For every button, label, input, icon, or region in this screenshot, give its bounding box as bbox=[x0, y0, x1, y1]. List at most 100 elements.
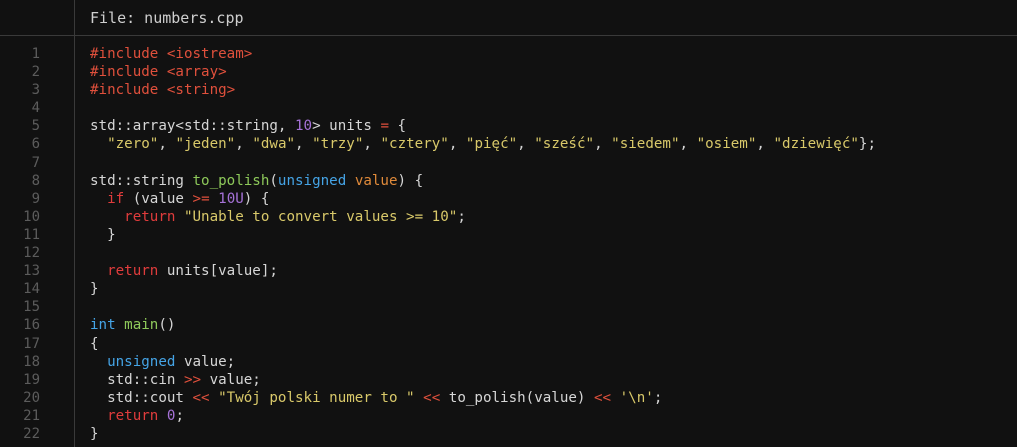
code-token: "cztery" bbox=[380, 136, 449, 153]
code-line[interactable] bbox=[90, 154, 876, 172]
code-area[interactable]: #include <iostream> #include <array> #incl… bbox=[90, 45, 876, 443]
code-token: , bbox=[594, 136, 612, 153]
code-token: << bbox=[594, 389, 612, 406]
code-token: #include bbox=[90, 46, 167, 62]
code-token: , bbox=[295, 136, 313, 153]
code-token: 10U bbox=[218, 190, 244, 207]
code-token: << bbox=[423, 389, 441, 406]
code-token: , bbox=[679, 136, 697, 153]
code-token: } bbox=[90, 226, 116, 243]
line-number: 7 bbox=[31, 154, 40, 171]
file-title: File: numbers.cpp bbox=[90, 9, 244, 27]
code-token: (value bbox=[124, 190, 193, 207]
code-token: "zero" bbox=[107, 136, 159, 153]
code-line[interactable]: return 0; bbox=[90, 407, 876, 425]
line-number: 9 bbox=[31, 190, 40, 207]
code-token: } bbox=[90, 281, 99, 298]
code-line[interactable]: int main() bbox=[90, 316, 876, 334]
code-token: ) { bbox=[397, 172, 424, 189]
line-number: 20 bbox=[23, 389, 40, 406]
code-line[interactable]: std::cin >> value; bbox=[90, 371, 876, 389]
code-token: if bbox=[107, 190, 125, 207]
code-token: { bbox=[90, 335, 99, 352]
code-token: "osiem" bbox=[696, 136, 757, 153]
line-number: 6 bbox=[31, 136, 40, 153]
code-token: <array> bbox=[166, 64, 227, 81]
code-line[interactable]: if (value >= 10U) { bbox=[90, 190, 876, 208]
code-token: >> bbox=[183, 371, 202, 388]
code-token: "Twój polski numer to " bbox=[218, 389, 415, 406]
code-token: to_polish(value) bbox=[440, 389, 594, 406]
code-line[interactable]: std::string to_polish(unsigned value) { bbox=[90, 172, 876, 190]
line-numbers: 1 2 3 4 5 6 7 8 9 10 11 12 13 14 15 16 17 18 19 20 21 22 bbox=[0, 45, 40, 443]
code-line[interactable]: "zero", "jeden", "dwa", "trzy", "cztery"… bbox=[90, 135, 876, 153]
code-token: "dwa" bbox=[252, 136, 296, 153]
code-token: }; bbox=[858, 136, 876, 153]
line-number: 13 bbox=[23, 263, 40, 280]
code-token: std::array<std::string, bbox=[90, 118, 295, 135]
code-token: value; bbox=[201, 371, 261, 388]
line-number: 10 bbox=[23, 208, 40, 225]
code-line[interactable]: std::array<std::string, 10> units = { bbox=[90, 117, 876, 135]
code-token: "dziewięć" bbox=[773, 136, 859, 153]
code-line[interactable] bbox=[90, 298, 876, 316]
code-token: > units bbox=[312, 118, 381, 135]
code-token: ; bbox=[653, 389, 663, 406]
code-line[interactable]: } bbox=[90, 226, 876, 244]
code-token: "pięć" bbox=[465, 136, 518, 153]
code-token: >= bbox=[192, 190, 210, 207]
line-number: 19 bbox=[23, 371, 40, 388]
code-editor[interactable]: File: numbers.cpp 1 2 3 4 5 6 7 8 9 10 11 12 13 14 15 1… bbox=[0, 0, 1017, 447]
code-token: <iostream> bbox=[166, 46, 253, 62]
line-number: 2 bbox=[31, 64, 40, 81]
code-line[interactable]: return units[value]; bbox=[90, 262, 876, 280]
code-line[interactable] bbox=[90, 244, 876, 262]
code-token: unsigned bbox=[277, 172, 347, 189]
code-line[interactable]: } bbox=[90, 280, 876, 298]
code-token: #include bbox=[90, 82, 167, 99]
code-token: return bbox=[107, 263, 159, 280]
code-token: 10 bbox=[295, 118, 313, 135]
code-token: { bbox=[388, 118, 407, 135]
line-number: 18 bbox=[23, 353, 40, 370]
code-token: "siedem" bbox=[611, 136, 680, 153]
code-line[interactable]: #include <iostream> bbox=[90, 45, 876, 63]
code-line[interactable]: #include <string> bbox=[90, 81, 876, 99]
code-token: '\n' bbox=[619, 389, 654, 406]
code-line[interactable]: } bbox=[90, 425, 876, 443]
code-token: ; bbox=[457, 208, 466, 225]
code-line[interactable]: unsigned value; bbox=[90, 353, 876, 371]
code-token: unsigned bbox=[107, 353, 176, 370]
line-number: 12 bbox=[23, 245, 40, 262]
code-token: , bbox=[448, 136, 466, 153]
line-number: 4 bbox=[31, 100, 40, 117]
code-token: ; bbox=[175, 407, 184, 424]
code-token: to_polish bbox=[192, 172, 270, 189]
code-token: ( bbox=[269, 172, 278, 189]
code-token: main bbox=[124, 317, 159, 334]
code-line[interactable]: return "Unable to convert values >= 10"; bbox=[90, 208, 876, 226]
line-number: 5 bbox=[31, 118, 40, 135]
code-line[interactable]: #include <array> bbox=[90, 63, 876, 81]
code-token: () bbox=[158, 317, 176, 334]
code-token: #include bbox=[90, 64, 167, 81]
code-line[interactable]: { bbox=[90, 335, 876, 353]
code-token: ) { bbox=[243, 190, 270, 207]
code-line[interactable]: std::cout << "Twój polski numer to " << … bbox=[90, 389, 876, 407]
line-number: 11 bbox=[23, 226, 40, 243]
code-line[interactable] bbox=[90, 99, 876, 117]
code-token: , bbox=[517, 136, 535, 153]
